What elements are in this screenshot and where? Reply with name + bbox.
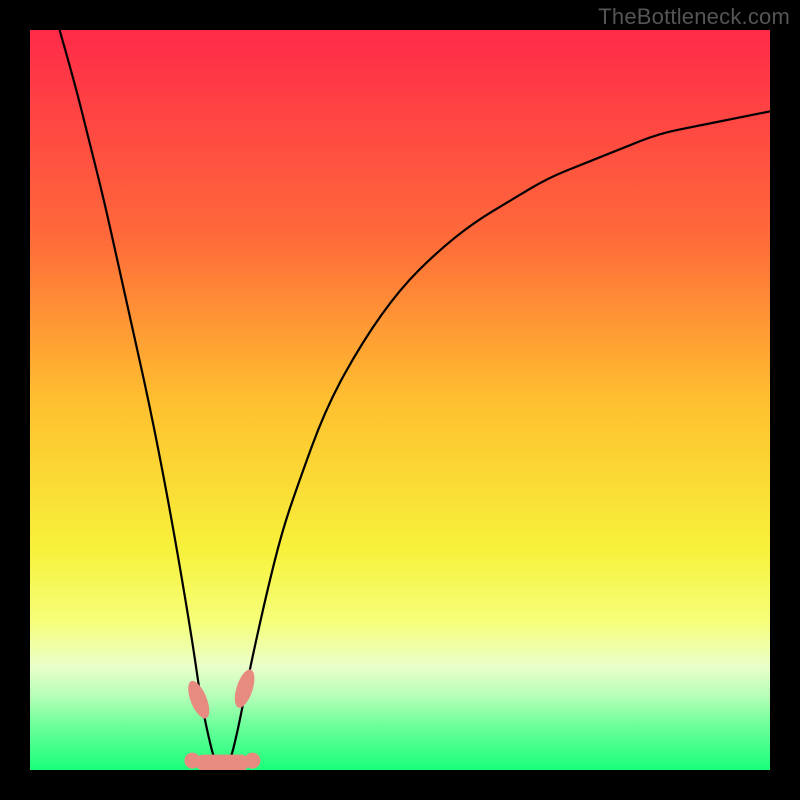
marker-bottom-right-nub bbox=[244, 753, 260, 769]
plot-area bbox=[30, 30, 770, 770]
gradient-background bbox=[30, 30, 770, 770]
chart-svg bbox=[30, 30, 770, 770]
chart-frame: TheBottleneck.com bbox=[0, 0, 800, 800]
attribution-text: TheBottleneck.com bbox=[598, 4, 790, 30]
marker-bottom bbox=[195, 755, 249, 770]
marker-bottom-left-nub bbox=[184, 753, 200, 769]
